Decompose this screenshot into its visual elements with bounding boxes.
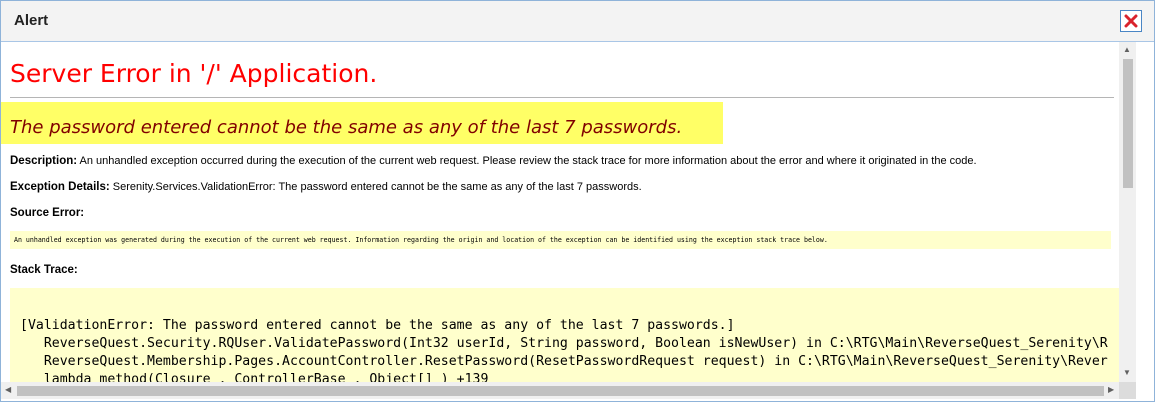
stack-trace-line: Stack Trace: [10, 264, 78, 276]
vertical-scrollbar[interactable]: ▲ ▼ [1119, 42, 1136, 382]
dialog-right-gutter [1136, 42, 1154, 399]
dialog-title: Alert [14, 12, 49, 29]
stack-trace-box: [ValidationError: The password entered c… [10, 288, 1119, 382]
scrollbar-corner [1119, 382, 1136, 399]
scroll-up-arrow-icon[interactable]: ▲ [1123, 46, 1131, 54]
error-content: Server Error in '/' Application. The pas… [1, 42, 1119, 382]
alert-dialog: Alert Server Error in '/' Application. T… [0, 0, 1155, 402]
description-text: An unhandled exception occurred during t… [79, 155, 977, 167]
description-label: Description: [10, 155, 78, 167]
dialog-titlebar: Alert [1, 1, 1154, 42]
source-error-text: An unhandled exception was generated dur… [14, 236, 828, 244]
error-message: The password entered cannot be the same … [10, 117, 683, 138]
close-icon [1124, 14, 1138, 28]
horizontal-scrollbar[interactable]: ◀ ▶ [1, 382, 1119, 399]
stack-line: ReverseQuest.Membership.Pages.AccountCon… [20, 354, 1108, 369]
scroll-right-arrow-icon[interactable]: ▶ [1108, 386, 1114, 394]
source-error-line: Source Error: [10, 207, 84, 219]
exception-text: Serenity.Services.ValidationError: The p… [112, 181, 642, 193]
stack-line: ReverseQuest.Security.RQUser.ValidatePas… [20, 336, 1108, 351]
vertical-scroll-thumb[interactable] [1123, 59, 1133, 188]
source-error-label: Source Error: [10, 207, 85, 219]
error-heading: Server Error in '/' Application. [10, 59, 378, 88]
stack-line: [ValidationError: The password entered c… [20, 318, 735, 333]
divider [10, 97, 1114, 98]
scroll-left-arrow-icon[interactable]: ◀ [5, 386, 11, 394]
stack-trace-label: Stack Trace: [10, 264, 78, 276]
description-line: Description: An unhandled exception occu… [10, 155, 977, 167]
exception-label: Exception Details: [10, 181, 110, 193]
close-button[interactable] [1120, 10, 1142, 32]
scroll-down-arrow-icon[interactable]: ▼ [1123, 369, 1131, 377]
stack-line: lambda_method(Closure , ControllerBase ,… [20, 372, 489, 382]
source-error-box: An unhandled exception was generated dur… [10, 231, 1111, 249]
horizontal-scroll-thumb[interactable] [17, 386, 1104, 396]
exception-details-line: Exception Details: Serenity.Services.Val… [10, 181, 642, 193]
